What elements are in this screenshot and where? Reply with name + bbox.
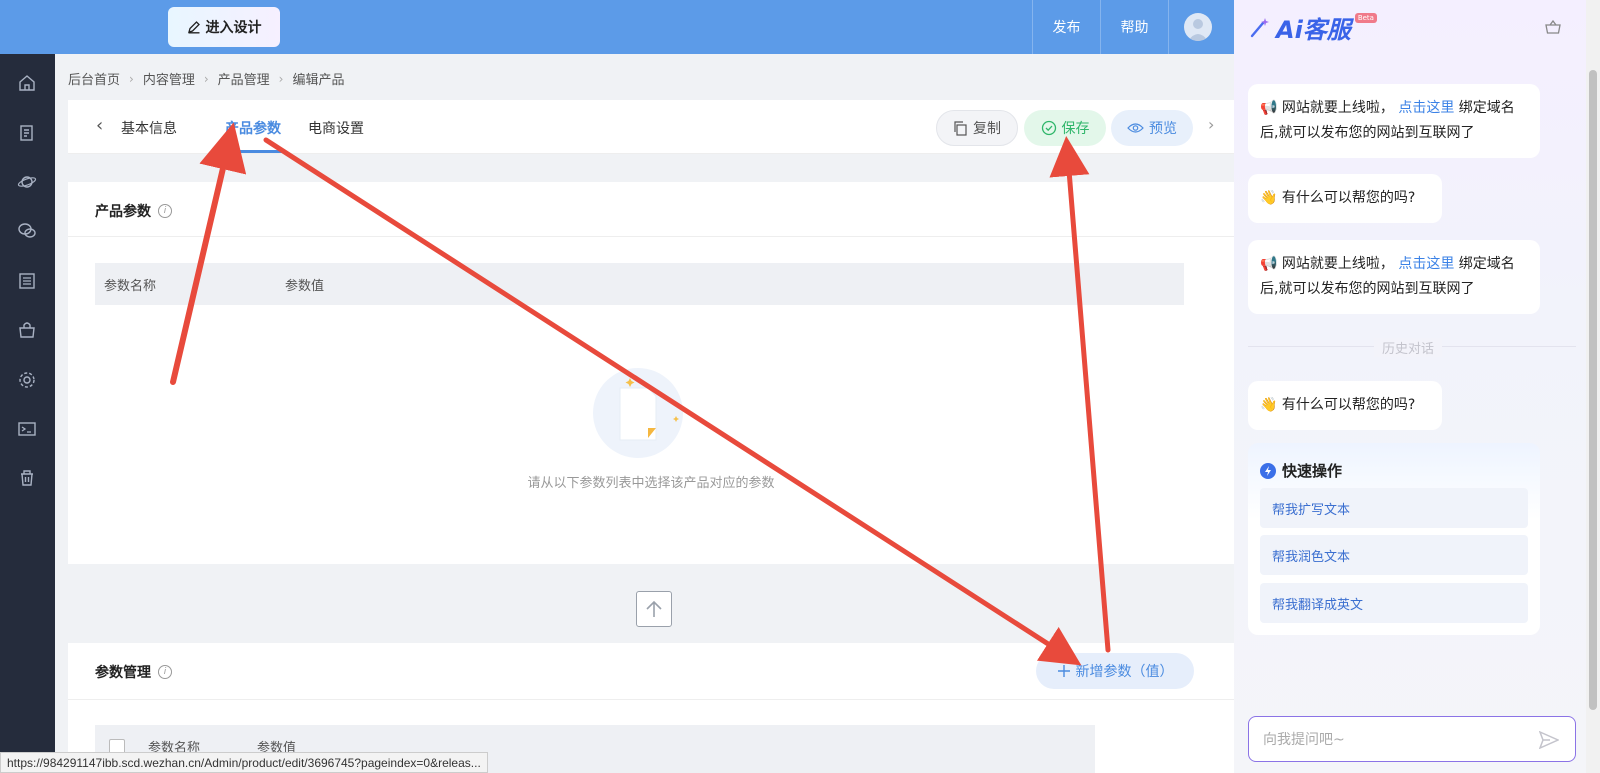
- list-icon[interactable]: [16, 270, 38, 292]
- back-chevron-icon[interactable]: ‹: [96, 115, 103, 136]
- product-params-title: 产品参数 i: [95, 201, 172, 221]
- message-text: 网站就要上线啦，: [1281, 100, 1394, 116]
- info-icon[interactable]: i: [158, 204, 172, 218]
- active-tab-indicator: [225, 150, 286, 153]
- tab-ecommerce[interactable]: 电商设置: [308, 118, 364, 138]
- ai-message: 📢 网站就要上线啦， 点击这里 绑定域名后,就可以发布您的网站到互联网了: [1248, 84, 1540, 158]
- empty-illustration-icon: [593, 368, 683, 458]
- help-label: 帮助: [1120, 20, 1149, 36]
- enter-design-label: 进入设计: [205, 20, 262, 36]
- main-content: 后台首页 › 内容管理 › 产品管理 › 编辑产品 ‹ 基本信息 产品参数 电商…: [55, 54, 1234, 773]
- param-manage-title-text: 参数管理: [95, 665, 151, 681]
- home-icon[interactable]: [16, 72, 38, 94]
- breadcrumb-content[interactable]: 内容管理: [143, 69, 195, 88]
- divider: [68, 236, 1234, 237]
- preview-button[interactable]: 预览: [1111, 110, 1193, 146]
- top-bar: 进入设计 发布 帮助: [0, 0, 1234, 54]
- gear-icon[interactable]: [16, 369, 38, 391]
- eye-icon: [1127, 123, 1144, 133]
- ai-assistant-panel: Ai客服 Beta 📢 网站就要上线啦， 点击这里 绑定域名后,就可以发布您的网…: [1234, 0, 1586, 773]
- quick-action-polish[interactable]: 帮我润色文本: [1260, 535, 1528, 575]
- ai-brand-text: Ai客服: [1276, 16, 1351, 44]
- publish-button[interactable]: 发布: [1032, 0, 1100, 54]
- bind-domain-link[interactable]: 点击这里: [1398, 256, 1454, 272]
- publish-label: 发布: [1052, 20, 1081, 36]
- shop-bag-icon[interactable]: [16, 319, 38, 341]
- breadcrumb-sep-icon: ›: [278, 71, 284, 86]
- message-text: 有什么可以帮您的吗?: [1281, 397, 1416, 413]
- plus-icon: [1057, 665, 1070, 677]
- save-label: 保存: [1061, 121, 1090, 137]
- breadcrumb-sep-icon: ›: [203, 71, 209, 86]
- magic-wand-icon: [1250, 17, 1269, 37]
- ai-message: 👋 有什么可以帮您的吗?: [1248, 174, 1442, 223]
- info-icon[interactable]: i: [158, 665, 172, 679]
- tab-basic-info[interactable]: 基本信息: [121, 118, 177, 138]
- ai-message: 👋 有什么可以帮您的吗?: [1248, 381, 1442, 430]
- breadcrumb-sep-icon: ›: [129, 71, 134, 86]
- add-param-label: 新增参数（值）: [1075, 664, 1174, 680]
- move-up-icon[interactable]: [636, 591, 672, 627]
- megaphone-icon: 📢: [1260, 256, 1278, 272]
- message-text: 网站就要上线啦，: [1281, 256, 1394, 272]
- enter-design-button[interactable]: 进入设计: [168, 7, 280, 47]
- send-icon[interactable]: [1539, 731, 1559, 749]
- basket-icon[interactable]: [1544, 18, 1562, 40]
- scrollbar-thumb[interactable]: [1589, 70, 1597, 710]
- chevron-right-icon[interactable]: ›: [1208, 115, 1214, 134]
- sidebar: [0, 54, 55, 773]
- terminal-icon[interactable]: [16, 418, 38, 440]
- preview-label: 预览: [1149, 121, 1177, 137]
- bind-domain-link[interactable]: 点击这里: [1398, 100, 1454, 116]
- copy-icon: [954, 120, 967, 136]
- product-params-table-header: 参数名称 参数值: [95, 263, 1184, 305]
- wave-hand-icon: 👋: [1260, 190, 1278, 206]
- megaphone-icon: 📢: [1260, 100, 1278, 116]
- avatar[interactable]: [1184, 13, 1212, 41]
- quick-action-expand[interactable]: 帮我扩写文本: [1260, 488, 1528, 528]
- wave-hand-icon: 👋: [1260, 397, 1278, 413]
- ai-brand: Ai客服 Beta: [1248, 10, 1377, 45]
- ai-chat-placeholder: 向我提问吧~: [1263, 732, 1345, 748]
- status-bar-url: https://984291147ibb.scd.wezhan.cn/Admin…: [0, 752, 488, 773]
- ai-chat-input[interactable]: 向我提问吧~: [1248, 716, 1576, 762]
- breadcrumb-current: 编辑产品: [292, 73, 345, 88]
- breadcrumb-home[interactable]: 后台首页: [68, 69, 120, 88]
- breadcrumb-products[interactable]: 产品管理: [218, 69, 270, 88]
- product-params-title-text: 产品参数: [95, 204, 151, 220]
- tab-product-params[interactable]: 产品参数: [225, 118, 281, 138]
- wechat-icon[interactable]: [16, 220, 38, 242]
- add-param-button[interactable]: 新增参数（值）: [1036, 653, 1194, 689]
- check-circle-icon: [1041, 120, 1056, 136]
- beta-badge: Beta: [1354, 12, 1377, 23]
- lightning-icon: [1260, 462, 1276, 479]
- divider: [68, 699, 1234, 700]
- message-text: 有什么可以帮您的吗?: [1281, 190, 1416, 206]
- save-button[interactable]: 保存: [1024, 110, 1106, 146]
- planet-icon[interactable]: [16, 171, 38, 193]
- copy-button[interactable]: 复制: [936, 110, 1018, 146]
- history-label: 历史对话: [1374, 338, 1443, 357]
- ai-panel-scrollbar[interactable]: [1586, 0, 1600, 773]
- help-button[interactable]: 帮助: [1100, 0, 1168, 54]
- param-manage-title: 参数管理 i: [95, 662, 172, 682]
- content-icon[interactable]: [16, 122, 38, 144]
- col-param-value: 参数值: [285, 278, 325, 294]
- breadcrumb: 后台首页 › 内容管理 › 产品管理 › 编辑产品: [68, 69, 345, 89]
- product-params-card: 产品参数 i 参数名称 参数值 请从以下参数列表中选择该产品对应的参数: [68, 182, 1234, 564]
- quick-action-translate[interactable]: 帮我翻译成英文: [1260, 583, 1528, 623]
- quick-actions: 快速操作 帮我扩写文本 帮我润色文本 帮我翻译成英文: [1248, 443, 1540, 635]
- ai-message: 📢 网站就要上线啦， 点击这里 绑定域名后,就可以发布您的网站到互联网了: [1248, 240, 1540, 314]
- tab-bar: ‹ 基本信息 产品参数 电商设置 复制 保存 预览 ›: [68, 100, 1234, 154]
- edit-icon: [187, 21, 200, 34]
- quick-actions-header: 快速操作: [1260, 460, 1342, 481]
- quick-actions-title: 快速操作: [1282, 462, 1343, 480]
- trash-icon[interactable]: [16, 467, 38, 489]
- copy-label: 复制: [973, 121, 1001, 137]
- empty-state-text: 请从以下参数列表中选择该产品对应的参数: [527, 476, 775, 491]
- col-param-name: 参数名称: [104, 278, 157, 294]
